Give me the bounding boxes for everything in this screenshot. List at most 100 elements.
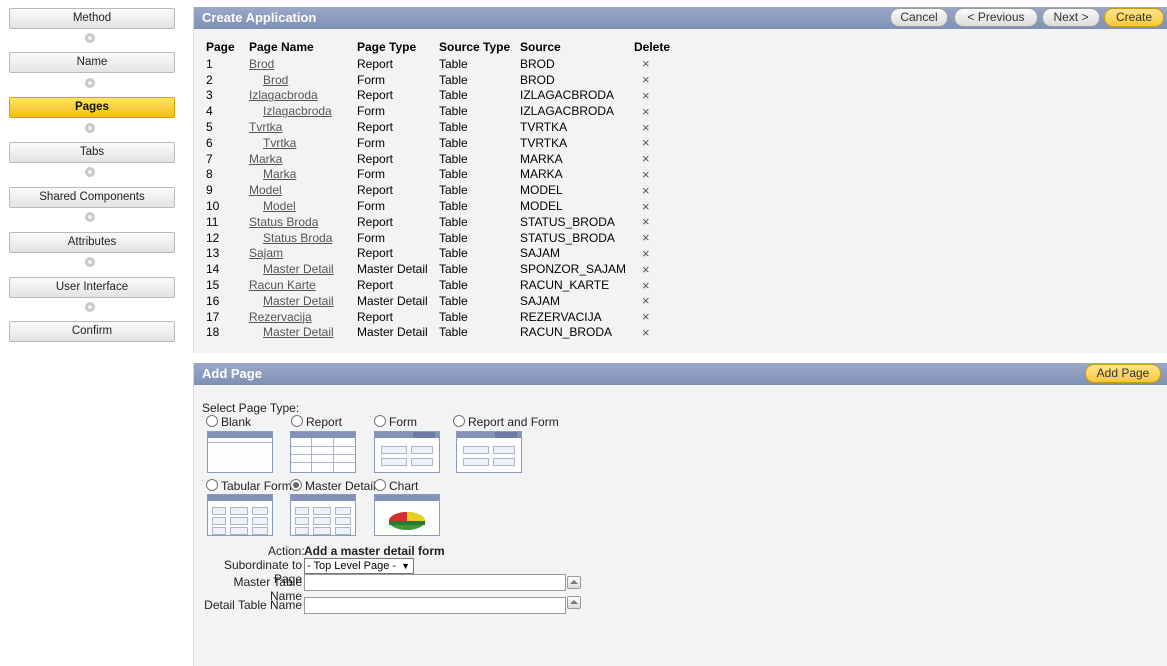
add-page-button[interactable]: Add Page: [1085, 364, 1161, 383]
delete-icon[interactable]: ×: [634, 230, 702, 246]
wizard-step-name[interactable]: Name: [9, 52, 175, 73]
radio-button[interactable]: [374, 415, 386, 427]
delete-icon[interactable]: ×: [634, 325, 702, 341]
page-name-link[interactable]: Marka: [249, 152, 282, 166]
next-button[interactable]: Next >: [1042, 8, 1100, 27]
source-cell: REZERVACIJA: [520, 309, 602, 324]
page-number-cell: 15: [206, 278, 220, 293]
page-name-link[interactable]: Master Detail: [263, 325, 334, 339]
detail-table-popup-icon[interactable]: [567, 596, 581, 609]
wizard-step-user-interface[interactable]: User Interface: [9, 277, 175, 298]
delete-icon[interactable]: ×: [634, 261, 702, 277]
page-name-link[interactable]: Master Detail: [263, 262, 334, 276]
page-type-option-report[interactable]: Report: [291, 415, 342, 429]
wizard-step-attributes[interactable]: Attributes: [9, 232, 175, 253]
page-type-label: Master Detail: [305, 479, 376, 493]
delete-icon[interactable]: ×: [634, 167, 702, 183]
create-button[interactable]: Create: [1104, 8, 1164, 27]
page-name-link[interactable]: Sajam: [249, 246, 283, 260]
page-name-link[interactable]: Brod: [263, 73, 288, 87]
delete-icon[interactable]: ×: [634, 103, 702, 119]
master-table-popup-icon[interactable]: [567, 576, 581, 589]
table-header-row: Page Page Name Page Type Source Type Sou…: [206, 38, 702, 56]
page-name-link[interactable]: Status Broda: [263, 231, 332, 245]
chart-page-thumbnail-icon[interactable]: [374, 494, 440, 536]
page-number-cell: 7: [206, 151, 213, 166]
page-type-cell: Report: [357, 246, 394, 261]
radio-button[interactable]: [206, 415, 218, 427]
page-name-link[interactable]: Tvrtka: [249, 120, 282, 134]
form-page-thumbnail-icon[interactable]: [374, 431, 440, 473]
page-name-link[interactable]: Marka: [263, 167, 296, 181]
wizard-step-confirm[interactable]: Confirm: [9, 321, 175, 342]
delete-icon[interactable]: ×: [634, 135, 702, 151]
chevron-down-icon: ▼: [401, 561, 410, 571]
page-number-cell: 10: [206, 199, 220, 214]
page-name-link[interactable]: Izlagacbroda: [263, 104, 332, 118]
radio-button[interactable]: [291, 415, 303, 427]
radio-button[interactable]: [453, 415, 465, 427]
page-name-cell: Tvrtka: [249, 119, 357, 135]
page-type-option-chart[interactable]: Chart: [374, 479, 418, 493]
page-type-cell: Report: [357, 88, 394, 103]
tabular-form-page-thumbnail-icon[interactable]: [207, 494, 273, 536]
report-and-form-page-thumbnail-icon[interactable]: [456, 431, 522, 473]
page-name-link[interactable]: Model: [249, 183, 282, 197]
wizard-step-shared-components[interactable]: Shared Components: [9, 187, 175, 208]
page-type-option-tabular-form[interactable]: Tabular Form: [206, 479, 292, 493]
action-value: Add a master detail form: [304, 544, 445, 558]
detail-table-name-input[interactable]: [304, 597, 566, 614]
radio-button-selected[interactable]: [290, 479, 302, 491]
page-type-label: Chart: [389, 479, 419, 493]
wizard-step-tabs[interactable]: Tabs: [9, 142, 175, 163]
delete-icon[interactable]: ×: [634, 293, 702, 309]
delete-icon[interactable]: ×: [634, 151, 702, 167]
page-name-link[interactable]: Model: [263, 199, 296, 213]
page-name-cell: Izlagacbroda: [249, 88, 357, 104]
page-type-option-form[interactable]: Form: [374, 415, 417, 429]
page-name-link[interactable]: Brod: [249, 57, 274, 71]
subordinate-to-page-select[interactable]: - Top Level Page - ▼: [304, 558, 414, 574]
page-name-link[interactable]: Master Detail: [263, 294, 334, 308]
previous-button[interactable]: < Previous: [954, 8, 1038, 27]
wizard-step-method[interactable]: Method: [9, 8, 175, 29]
source-cell: BROD: [520, 56, 555, 71]
page-name-link[interactable]: Racun Karte: [249, 278, 316, 292]
radio-button[interactable]: [206, 479, 218, 491]
radio-button[interactable]: [374, 479, 386, 491]
page-name-link[interactable]: Izlagacbroda: [249, 88, 318, 102]
source-cell: BROD: [520, 72, 555, 87]
page-name-link[interactable]: Status Broda: [249, 215, 318, 229]
delete-icon[interactable]: ×: [634, 198, 702, 214]
region-header: Add Page Add Page: [194, 363, 1167, 385]
page-type-cell: Report: [357, 56, 394, 71]
region-title: Create Application: [202, 10, 317, 25]
delete-icon[interactable]: ×: [634, 72, 702, 88]
page-type-label: Report: [306, 415, 343, 429]
blank-page-thumbnail-icon[interactable]: [207, 431, 273, 473]
delete-icon[interactable]: ×: [634, 56, 702, 72]
page-name-link[interactable]: Rezervacija: [249, 310, 312, 324]
master-detail-page-thumbnail-icon[interactable]: [290, 494, 356, 536]
delete-icon[interactable]: ×: [634, 119, 702, 135]
delete-icon[interactable]: ×: [634, 246, 702, 262]
page-type-cell: Form: [357, 135, 385, 150]
page-type-option-master-detail[interactable]: Master Detail: [290, 479, 376, 493]
page-name-link[interactable]: Tvrtka: [263, 136, 296, 150]
source-cell: RACUN_KARTE: [520, 278, 610, 293]
page-type-option-report-and-form[interactable]: Report and Form: [453, 415, 559, 429]
delete-icon[interactable]: ×: [634, 88, 702, 104]
report-page-thumbnail-icon[interactable]: [290, 431, 356, 473]
delete-icon[interactable]: ×: [634, 309, 702, 325]
page-type-option-blank[interactable]: Blank: [206, 415, 251, 429]
master-table-name-input[interactable]: [304, 574, 566, 591]
delete-icon[interactable]: ×: [634, 182, 702, 198]
table-row: 17 Rezervacija Report Table REZERVACIJA ×: [206, 309, 702, 325]
table-row: 3 Izlagacbroda Report Table IZLAGACBRODA ×: [206, 88, 702, 104]
source-type-cell: Table: [439, 309, 468, 324]
delete-icon[interactable]: ×: [634, 277, 702, 293]
cancel-button[interactable]: Cancel: [890, 8, 948, 27]
wizard-step-pages[interactable]: Pages: [9, 97, 175, 118]
delete-icon[interactable]: ×: [634, 214, 702, 230]
source-type-cell: Table: [439, 293, 468, 308]
